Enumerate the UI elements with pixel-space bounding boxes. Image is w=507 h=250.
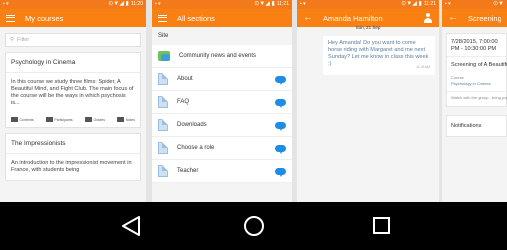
back-arrow-icon[interactable]: ← [303, 13, 313, 23]
notification-icon: ▪ ▾ [445, 1, 451, 7]
status-time: 11:20 [130, 1, 143, 7]
participants-button[interactable]: Participants [45, 117, 73, 122]
page-title: Amanda Hamilton [323, 13, 383, 23]
section-item-community-news[interactable]: Community news and events [152, 45, 292, 68]
download-icon[interactable] [275, 75, 286, 85]
app-bar: My courses [0, 9, 146, 27]
signal-icon: ⊙▼◢ ▮ [108, 1, 129, 7]
notes-button[interactable]: Notes [117, 117, 135, 122]
filter-placeholder: Filter [17, 37, 30, 43]
filter-input[interactable]: ⚲ Filter [5, 33, 141, 47]
page-icon [158, 165, 168, 177]
notification-icon: ▪ ▾ [300, 1, 306, 7]
status-bar: ▪ ▾ ⊙▼◢ ▮ 11:21 [297, 0, 439, 9]
section-item-label: Downloads [177, 122, 207, 128]
section-item-faq[interactable]: FAQ [152, 91, 292, 114]
event-card: 7/28/2015, 7:00:00 PM - 10:30:00 PM Scre… [446, 33, 507, 107]
section-item-downloads[interactable]: Downloads [152, 114, 292, 137]
page-icon [158, 73, 168, 85]
course-summary: In this course we study three films: Spi… [11, 79, 134, 106]
conversation-screen: ▪ ▾ ⊙▼◢ ▮ 11:21 ← Amanda Hamilton Sun, 21… [297, 0, 439, 202]
page-icon [158, 119, 168, 131]
my-courses-screen: ▪ ▾ ⊙▼◢ ▮ 11:20 My courses ⚲ Filter Psych… [0, 0, 146, 202]
page-title: All sections [177, 13, 215, 23]
search-icon: ⚲ [10, 37, 15, 43]
notes-label: Notes [125, 117, 135, 122]
people-icon [45, 117, 53, 122]
grades-button[interactable]: Grades [85, 117, 105, 122]
course-title: The Impressionists [6, 134, 140, 154]
download-icon[interactable] [275, 144, 286, 154]
section-item-label: Community news and events [179, 53, 257, 59]
page-icon [158, 96, 168, 108]
status-bar: ▪ ▾ ⊙▼ [442, 0, 507, 9]
section-item-label: Teacher [177, 168, 199, 174]
page-title: My courses [25, 13, 64, 23]
status-time: 11:21 [276, 1, 289, 7]
notification-icon: ▪ ▾ [155, 1, 161, 7]
status-time: 11:21 [423, 1, 436, 7]
notification-icon: ▪ ▾ [3, 1, 9, 7]
recent-apps-icon[interactable] [373, 217, 390, 234]
navigation-bar [0, 202, 507, 250]
section-item-choose-role[interactable]: Choose a role [152, 137, 292, 160]
signal-icon: ⊙▼◢ ▮ [401, 1, 422, 7]
message-bubble: Hey Amanda! Do you want to come horse ri… [323, 36, 435, 75]
back-nav-icon[interactable] [121, 215, 141, 237]
section-list: Community news and events About FAQ Down… [152, 45, 292, 183]
briefcase-icon [11, 117, 18, 122]
participants-label: Participants [54, 117, 73, 122]
notes-icon [117, 117, 125, 122]
status-bar: ▪ ▾ ⊙▼◢ ▮ 11:21 [152, 0, 292, 9]
page-icon [158, 142, 168, 154]
event-screen: ▪ ▾ ⊙▼ ← Screening of A Beautiful Mind 7… [442, 0, 507, 202]
app-bar: All sections [152, 9, 292, 27]
status-bar: ▪ ▾ ⊙▼◢ ▮ 11:20 [0, 0, 146, 9]
course-label: Course [451, 75, 464, 80]
page-title: Screening of A Beautiful Mind [468, 13, 501, 23]
signal-icon: ⊙▼◢ ▮ [254, 1, 275, 7]
signal-icon: ⊙▼ [493, 1, 504, 7]
course-card[interactable]: Psychology in Cinema In this course we s… [5, 52, 141, 128]
contents-button[interactable]: Contents [11, 117, 34, 122]
grades-icon [85, 117, 92, 122]
day-label: Sun, 21 Sep [355, 25, 381, 30]
event-time: 7/28/2015, 7:00:00 PM - 10:30:00 PM [451, 39, 498, 52]
section-item-teacher[interactable]: Teacher [152, 160, 292, 183]
course-title: Psychology in Cinema [6, 53, 140, 73]
course-link[interactable]: Psychology in Cinema [447, 80, 506, 91]
message-time: 11:21AM [416, 65, 430, 69]
course-summary: An introduction to the impressionist mov… [11, 160, 132, 173]
contact-profile-icon[interactable] [423, 13, 433, 23]
section-item-label: About [177, 76, 193, 82]
event-title: Screening of A Beautiful Mind [447, 56, 507, 73]
forum-icon [158, 51, 170, 61]
section-item-label: FAQ [177, 99, 190, 105]
section-header: Site [152, 27, 292, 45]
home-nav-icon[interactable] [243, 215, 265, 237]
download-icon[interactable] [275, 98, 286, 108]
download-icon[interactable] [275, 167, 286, 177]
course-card[interactable]: The Impressionists An introduction to th… [5, 133, 141, 181]
event-description: Watch with the group - bring popcorn! [447, 91, 507, 106]
grades-label: Grades [93, 117, 105, 122]
notifications-row[interactable]: Notifications [446, 115, 507, 137]
all-sections-screen: ▪ ▾ ⊙▼◢ ▮ 11:21 All sections Site Communi… [152, 0, 292, 202]
course-actions: Contents Participants Grades Notes [6, 113, 140, 127]
back-arrow-icon[interactable]: ← [448, 13, 458, 23]
menu-icon[interactable] [6, 14, 15, 22]
contents-label: Contents [19, 117, 34, 122]
app-bar: ← Screening of A Beautiful Mind [442, 9, 507, 27]
section-item-about[interactable]: About [152, 68, 292, 91]
download-icon[interactable] [275, 121, 286, 131]
menu-icon[interactable] [158, 14, 167, 22]
section-item-label: Choose a role [177, 145, 215, 151]
